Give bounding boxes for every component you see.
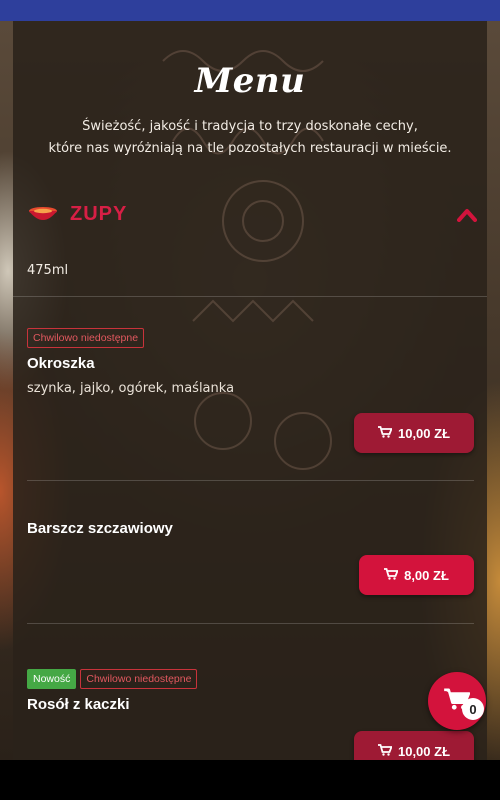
category-header-zupy[interactable]: ZUPY <box>27 199 477 233</box>
divider <box>27 623 474 624</box>
price-label: 10,00 ZŁ <box>397 425 451 441</box>
chevron-up-icon[interactable] <box>457 207 477 226</box>
menu-panel: Menu Świeżość, jakość i tradycja to trzy… <box>13 21 487 760</box>
dish-tags: Chwilowo niedostępne <box>27 326 148 348</box>
dish-description: szynka, jajko, ogórek, maślanka <box>27 381 235 396</box>
background-photo: Menu Świeżość, jakość i tradycja to trzy… <box>0 21 500 760</box>
divider <box>27 480 474 481</box>
divider <box>13 296 487 297</box>
portion-size: 475ml <box>27 263 69 278</box>
cart-icon <box>384 567 399 583</box>
unavailable-badge: Chwilowo niedostępne <box>80 669 198 689</box>
page-title: Menu <box>194 61 306 101</box>
dish-name: Rosół z kaczki <box>27 696 130 713</box>
dish-name: Okroszka <box>27 355 95 372</box>
price-label: 8,00 ZŁ <box>404 567 449 583</box>
price-label: 10,00 ZŁ <box>397 743 451 759</box>
add-to-cart-button[interactable]: 10,00 ZŁ <box>354 413 474 453</box>
new-badge: Nowość <box>27 669 77 689</box>
navigation-bar <box>0 760 500 800</box>
add-to-cart-button[interactable]: 8,00 ZŁ <box>359 555 474 595</box>
status-bar <box>0 0 500 21</box>
dish-tags: Nowość Chwilowo niedostępne <box>27 667 201 689</box>
cart-count-badge: 0 <box>462 698 484 720</box>
cart-icon <box>377 425 393 441</box>
cart-icon <box>377 743 393 759</box>
intro-line-1: Świeżość, jakość i tradycja to trzy dosk… <box>82 119 418 134</box>
soup-bowl-icon <box>27 205 59 229</box>
add-to-cart-button[interactable]: 10,00 ZŁ <box>354 731 474 760</box>
dish-name: Barszcz szczawiowy <box>27 520 173 537</box>
category-label: ZUPY <box>70 203 128 225</box>
intro-text: Świeżość, jakość i tradycja to trzy dosk… <box>13 116 487 160</box>
intro-line-2: które nas wyróżniają na tle pozostałych … <box>48 141 452 156</box>
unavailable-badge: Chwilowo niedostępne <box>27 328 145 348</box>
decorative-pattern <box>162 50 332 470</box>
